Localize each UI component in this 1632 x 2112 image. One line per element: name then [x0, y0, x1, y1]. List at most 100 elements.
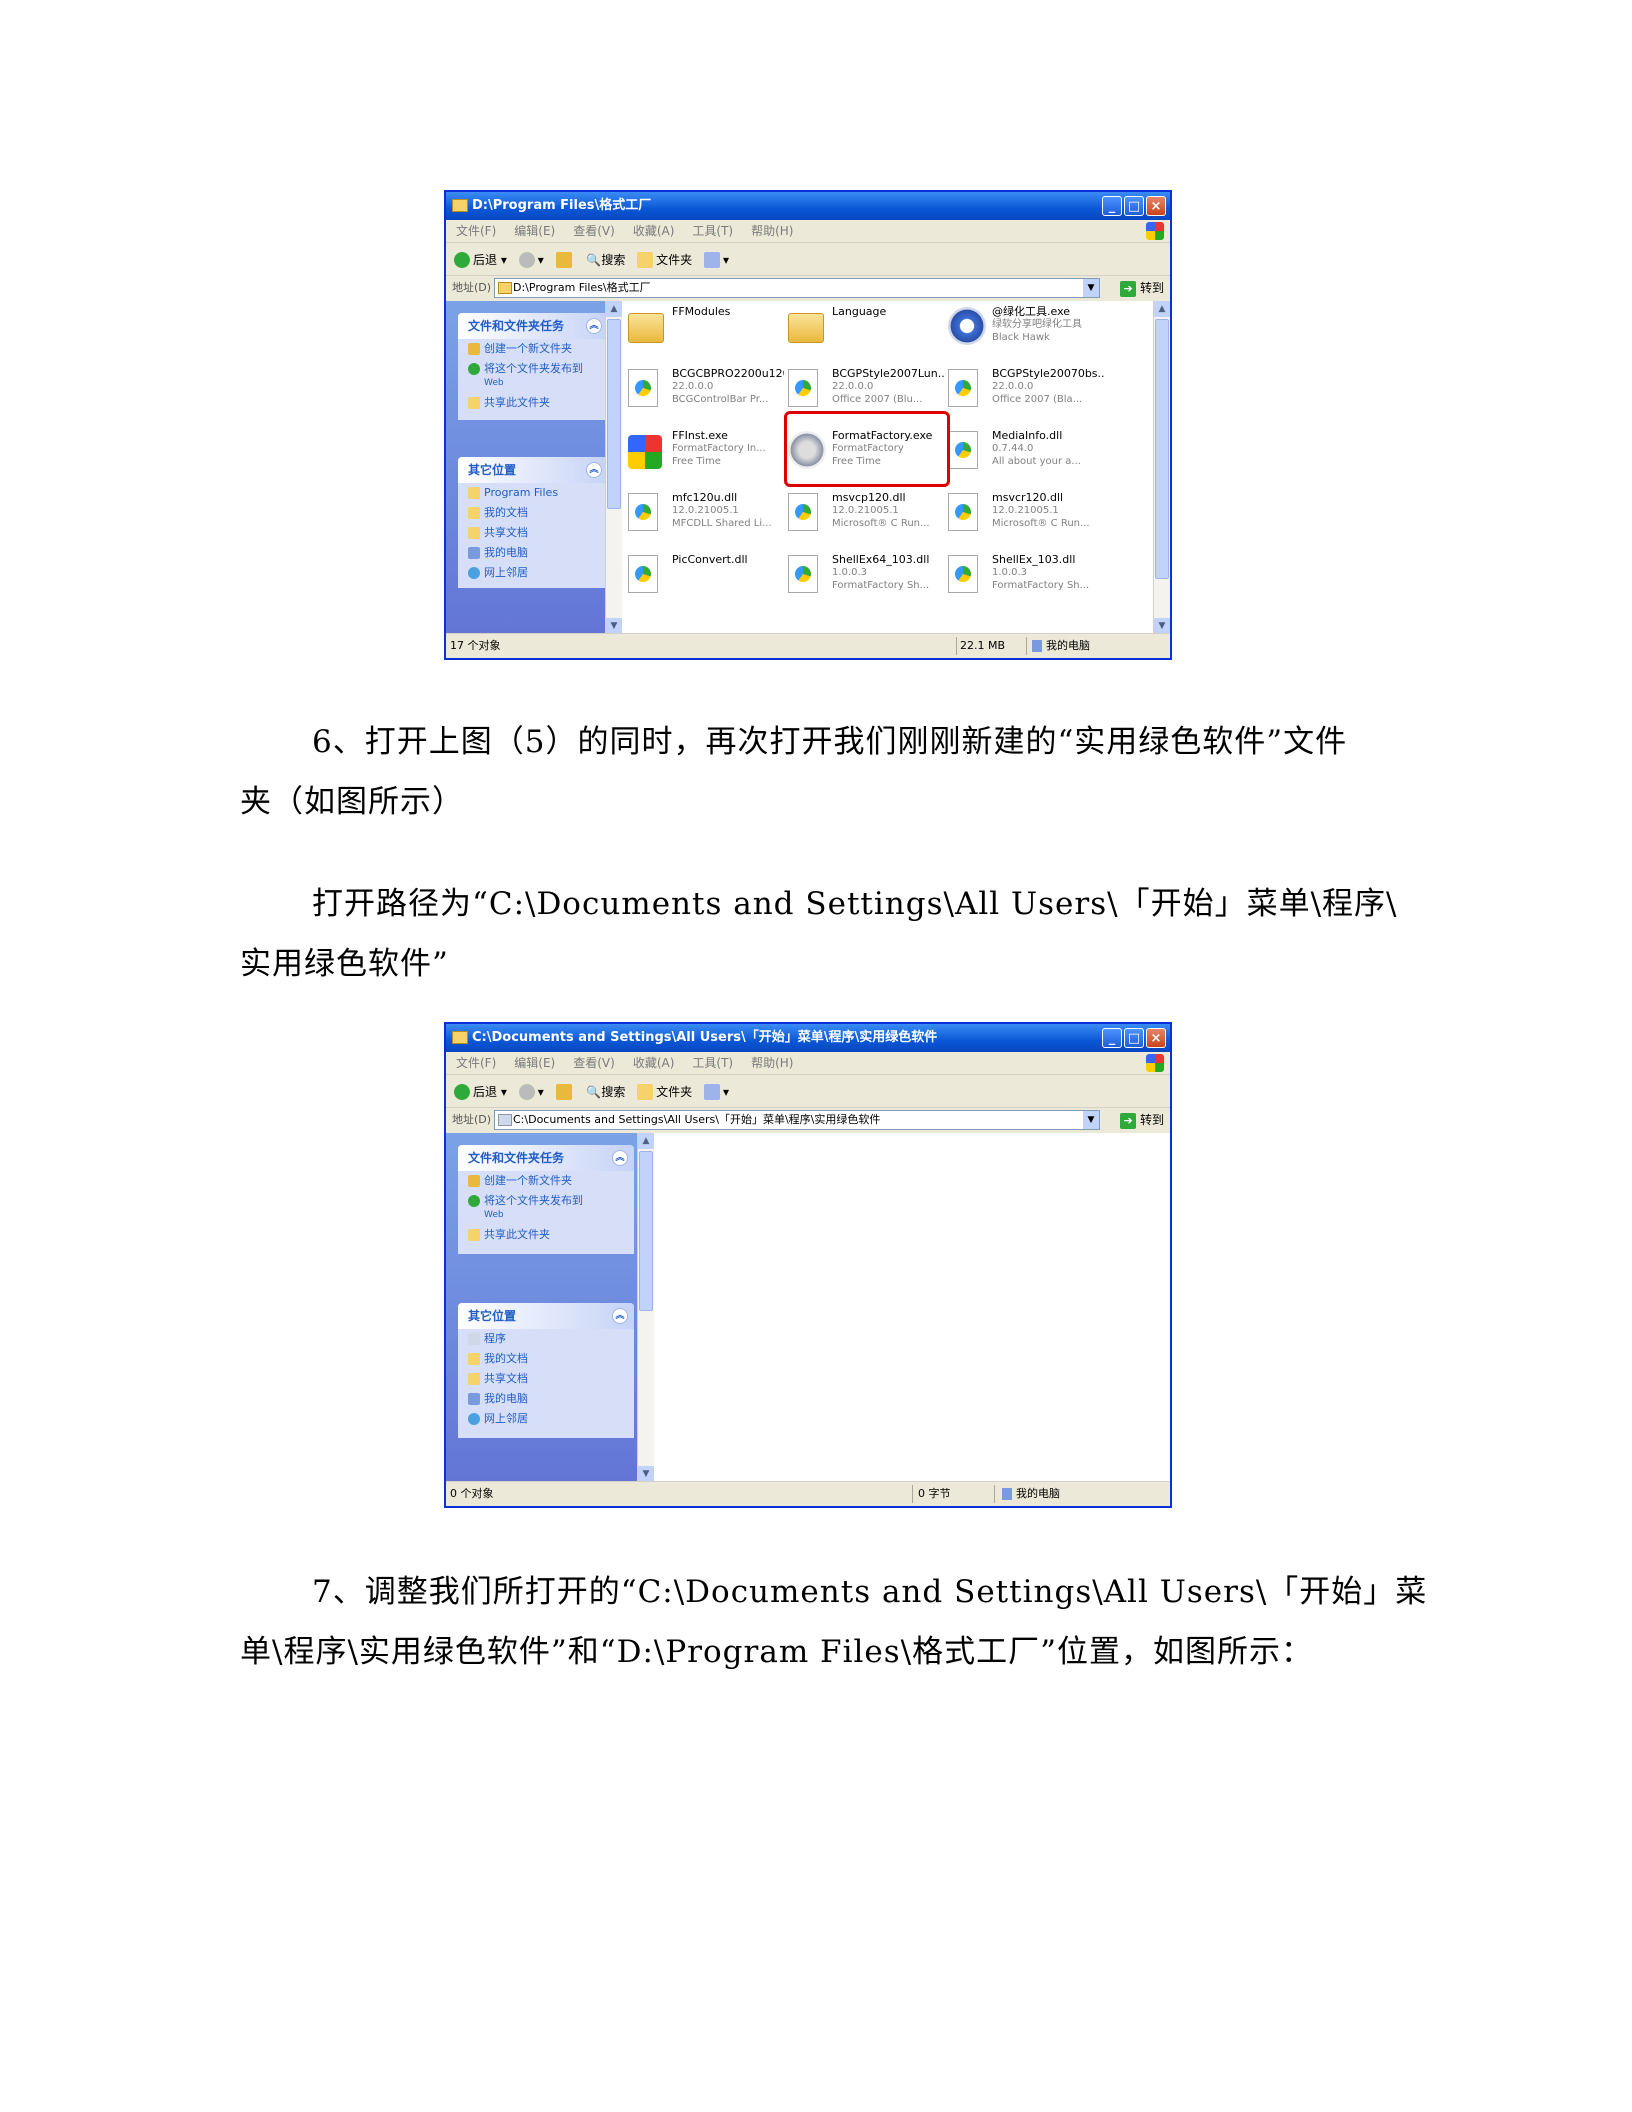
- file-item[interactable]: @绿化工具.exe 绿软分享吧绿化工具 Black Hawk: [948, 301, 1104, 359]
- file-detail: 12.0.21005.1: [672, 505, 739, 516]
- globe-icon: [468, 1195, 480, 1207]
- file-item[interactable]: msvcp120.dll 12.0.21005.1 Microsoft® C Run…: [788, 487, 944, 545]
- menu-view[interactable]: 查看(V): [573, 1056, 615, 1070]
- scroll-down-icon[interactable]: ▼: [1154, 618, 1170, 634]
- file-item[interactable]: FFInst.exe FormatFactory In... Free Time: [628, 425, 784, 483]
- file-list-scrollbar[interactable]: ▲ ▼: [1153, 301, 1170, 634]
- up-folder-icon: [555, 252, 572, 268]
- back-arrow-icon: [454, 252, 470, 268]
- folders-button[interactable]: 文件夹: [637, 1076, 692, 1108]
- file-name: FFModules: [672, 305, 731, 318]
- back-button[interactable]: 后退 ▾: [454, 244, 507, 276]
- gear-file-icon: [948, 307, 986, 345]
- forward-button[interactable]: ▾: [518, 244, 544, 276]
- collapse-chevron-icon[interactable]: ︽: [612, 1150, 628, 1166]
- file-name: Language: [832, 305, 887, 318]
- tasks-panel-header[interactable]: 文件和文件夹任务 ︽: [458, 313, 608, 339]
- task-publish-web[interactable]: 将这个文件夹发布到 Web: [458, 359, 608, 393]
- dll-file-icon: [628, 493, 658, 531]
- tasks-panel-header[interactable]: 文件和文件夹任务 ︽: [458, 1145, 634, 1171]
- task-pane-scrollbar[interactable]: ▲ ▼: [637, 1133, 654, 1482]
- place-shared-documents[interactable]: 共享文档: [458, 523, 608, 543]
- menu-file[interactable]: 文件(F): [456, 1056, 496, 1070]
- chevron-down-icon[interactable]: ▼: [1083, 1111, 1099, 1129]
- back-label: 后退: [473, 252, 498, 267]
- collapse-chevron-icon[interactable]: ︽: [586, 462, 602, 478]
- task-publish-web[interactable]: 将这个文件夹发布到 Web: [458, 1191, 634, 1225]
- file-item[interactable]: PicConvert.dll: [628, 549, 784, 607]
- file-item[interactable]: Language: [788, 301, 944, 359]
- close-button[interactable]: ×: [1146, 1028, 1166, 1048]
- place-programs[interactable]: 程序: [458, 1329, 634, 1349]
- task-new-folder[interactable]: 创建一个新文件夹: [458, 339, 608, 359]
- file-item[interactable]: msvcr120.dll 12.0.21005.1 Microsoft® C Run…: [948, 487, 1104, 545]
- minimize-button[interactable]: _: [1102, 196, 1122, 216]
- place-my-documents[interactable]: 我的文档: [458, 503, 608, 523]
- minimize-button[interactable]: _: [1102, 1028, 1122, 1048]
- search-button[interactable]: 🔍搜索: [586, 1076, 625, 1108]
- file-item[interactable]: BCGPStyle20070bs... 22.0.0.0 Office 2007 (…: [948, 363, 1104, 421]
- search-button[interactable]: 🔍搜索: [586, 244, 625, 276]
- file-item[interactable]: MediaInfo.dll 0.7.44.0 All about your a...: [948, 425, 1104, 483]
- scroll-down-icon[interactable]: ▼: [638, 1466, 654, 1482]
- title-bar[interactable]: C:\Documents and Settings\All Users\「开始」…: [446, 1024, 1170, 1052]
- task-share-folder[interactable]: 共享此文件夹: [458, 393, 608, 420]
- menu-help[interactable]: 帮助(H): [751, 224, 793, 238]
- file-item[interactable]: FFModules: [628, 301, 784, 359]
- place-program-files[interactable]: Program Files: [458, 483, 608, 503]
- menu-favorites[interactable]: 收藏(A): [633, 224, 675, 238]
- address-label: 地址(D): [452, 281, 492, 294]
- scroll-thumb[interactable]: [639, 1151, 653, 1311]
- file-list-empty[interactable]: [654, 1133, 1170, 1482]
- up-folder-button[interactable]: [555, 244, 575, 276]
- file-item[interactable]: ShellEx64_103.dll 1.0.0.3 FormatFactory Sh…: [788, 549, 944, 607]
- collapse-chevron-icon[interactable]: ︽: [612, 1308, 628, 1324]
- scroll-up-icon[interactable]: ▲: [606, 301, 622, 317]
- scroll-up-icon[interactable]: ▲: [1154, 301, 1170, 317]
- scroll-thumb[interactable]: [1155, 319, 1169, 579]
- forward-button[interactable]: ▾: [518, 1076, 544, 1108]
- windows-logo-icon: [1146, 1054, 1164, 1072]
- go-button[interactable]: ➔ 转到: [1120, 278, 1164, 298]
- maximize-button[interactable]: □: [1124, 196, 1144, 216]
- address-input[interactable]: C:\Documents and Settings\All Users\「开始」…: [494, 1110, 1100, 1130]
- place-network[interactable]: 网上邻居: [458, 1409, 634, 1438]
- scroll-down-icon[interactable]: ▼: [606, 618, 622, 634]
- chevron-down-icon[interactable]: ▼: [1083, 279, 1099, 297]
- maximize-button[interactable]: □: [1124, 1028, 1144, 1048]
- up-folder-button[interactable]: [555, 1076, 575, 1108]
- go-button[interactable]: ➔ 转到: [1120, 1110, 1164, 1130]
- place-shared-documents[interactable]: 共享文档: [458, 1369, 634, 1389]
- menu-file[interactable]: 文件(F): [456, 224, 496, 238]
- menu-favorites[interactable]: 收藏(A): [633, 1056, 675, 1070]
- address-input[interactable]: D:\Program Files\格式工厂 ▼: [494, 278, 1100, 298]
- views-button[interactable]: ▾: [704, 1076, 729, 1108]
- views-button[interactable]: ▾: [704, 244, 729, 276]
- file-item[interactable]: ShellEx_103.dll 1.0.0.3 FormatFactory Sh..…: [948, 549, 1104, 607]
- scroll-up-icon[interactable]: ▲: [638, 1133, 654, 1149]
- place-my-computer[interactable]: 我的电脑: [458, 543, 608, 563]
- task-pane-scrollbar[interactable]: ▲ ▼: [605, 301, 622, 634]
- place-network[interactable]: 网上邻居: [458, 563, 608, 588]
- menu-edit[interactable]: 编辑(E): [514, 1056, 555, 1070]
- menu-help[interactable]: 帮助(H): [751, 1056, 793, 1070]
- collapse-chevron-icon[interactable]: ︽: [586, 318, 602, 334]
- menu-edit[interactable]: 编辑(E): [514, 224, 555, 238]
- folders-button[interactable]: 文件夹: [637, 244, 692, 276]
- task-share-folder[interactable]: 共享此文件夹: [458, 1225, 634, 1254]
- menu-tools[interactable]: 工具(T): [692, 1056, 733, 1070]
- menu-tools[interactable]: 工具(T): [692, 224, 733, 238]
- place-my-computer[interactable]: 我的电脑: [458, 1389, 634, 1409]
- places-panel-header[interactable]: 其它位置 ︽: [458, 1303, 634, 1329]
- places-panel-header[interactable]: 其它位置 ︽: [458, 457, 608, 483]
- scroll-thumb[interactable]: [607, 319, 621, 509]
- menu-view[interactable]: 查看(V): [573, 224, 615, 238]
- place-my-documents[interactable]: 我的文档: [458, 1349, 634, 1369]
- file-item[interactable]: mfc120u.dll 12.0.21005.1 MFCDLL Shared Li.…: [628, 487, 784, 545]
- close-button[interactable]: ×: [1146, 196, 1166, 216]
- file-item[interactable]: BCGCBPRO2200u120...22.0.0.0 BCGControlBar…: [628, 363, 784, 421]
- file-list: FFModules Language @绿化工具.exe 绿软分享吧绿化工具 Black…: [622, 301, 1170, 634]
- back-button[interactable]: 后退 ▾: [454, 1076, 507, 1108]
- title-bar[interactable]: D:\Program Files\格式工厂 _ □ ×: [446, 192, 1170, 220]
- task-new-folder[interactable]: 创建一个新文件夹: [458, 1171, 634, 1191]
